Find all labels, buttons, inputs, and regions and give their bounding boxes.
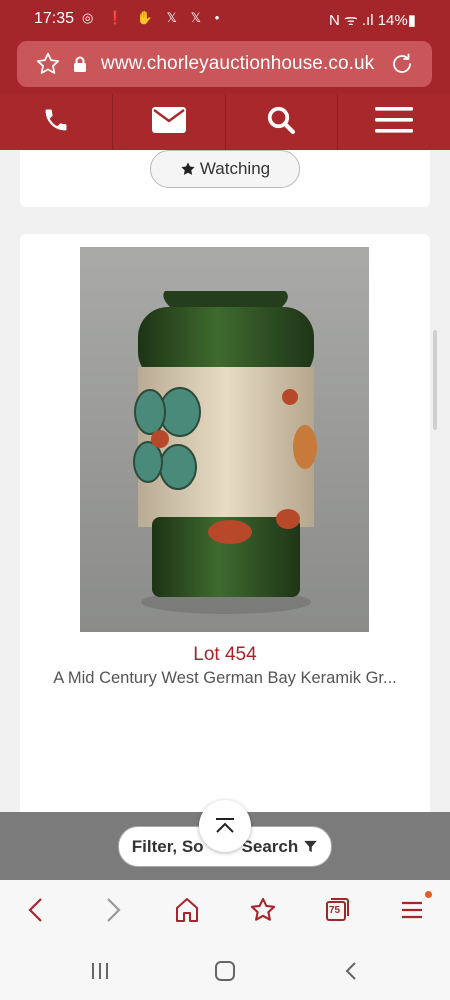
system-back-icon[interactable]	[342, 960, 360, 987]
url-text[interactable]: www.chorleyauctionhouse.co.uk	[101, 53, 374, 75]
home-icon[interactable]	[174, 896, 200, 929]
lot-card[interactable]: Lot 454 A Mid Century West German Bay Ke…	[20, 234, 430, 880]
lot-photo[interactable]	[80, 247, 369, 632]
lot-number[interactable]: Lot 454	[20, 644, 430, 666]
system-nav-bar	[0, 942, 450, 1000]
filter-label: Filter, So	[131, 836, 204, 856]
filter-icon	[304, 840, 317, 853]
back-icon[interactable]	[25, 896, 47, 929]
tab-count: 75	[329, 905, 341, 916]
phone-button[interactable]	[0, 94, 113, 150]
mail-icon	[151, 106, 186, 138]
scroll-to-top-button[interactable]	[199, 800, 251, 852]
notification-dot	[425, 891, 432, 898]
search-icon	[266, 105, 296, 140]
forward-icon[interactable]	[102, 896, 124, 929]
browser-address-area: www.chorleyauctionhouse.co.uk	[0, 40, 450, 94]
bookmarks-icon[interactable]	[249, 896, 277, 929]
menu-button[interactable]	[338, 94, 450, 150]
site-nav	[0, 94, 450, 150]
page-content: Watching Lot 454 A Mid Century West Germ…	[0, 150, 450, 880]
search-button[interactable]	[226, 94, 339, 150]
previous-lot-card: Watching	[20, 150, 430, 207]
menu-icon	[375, 106, 414, 138]
tabs-button[interactable]: 75	[323, 896, 351, 929]
lot-description[interactable]: A Mid Century West German Bay Keramik Gr…	[20, 669, 430, 688]
filter-label-tail: Search	[241, 836, 299, 856]
phone-icon	[42, 106, 70, 139]
mail-button[interactable]	[113, 94, 226, 150]
browser-toolbar: 75	[0, 880, 450, 942]
bookmark-star-icon[interactable]	[35, 51, 61, 82]
status-time: 17:35	[34, 10, 75, 27]
status-bar: 17:35 ◎ ❗ ✋ 𝕏 𝕏 • N ᯤ .ıl 14%▮	[0, 0, 450, 40]
status-indicators: N ᯤ .ıl 14%▮	[329, 12, 416, 29]
notification-icons: ◎ ❗ ✋ 𝕏 𝕏 •	[82, 10, 225, 25]
lock-icon[interactable]	[73, 56, 87, 77]
recent-apps-icon[interactable]	[89, 960, 111, 987]
filter-bar: Filter, So Search	[0, 800, 450, 880]
address-bar[interactable]: www.chorleyauctionhouse.co.uk	[17, 41, 432, 87]
reload-icon[interactable]	[390, 52, 414, 81]
home-button-icon[interactable]	[214, 960, 236, 987]
browser-menu-icon[interactable]	[400, 896, 424, 929]
star-icon	[181, 162, 195, 175]
watching-label: Watching	[199, 159, 271, 178]
page-scrollbar[interactable]	[433, 330, 437, 430]
watching-button[interactable]: Watching	[150, 150, 300, 188]
chevron-up-icon	[216, 818, 234, 833]
